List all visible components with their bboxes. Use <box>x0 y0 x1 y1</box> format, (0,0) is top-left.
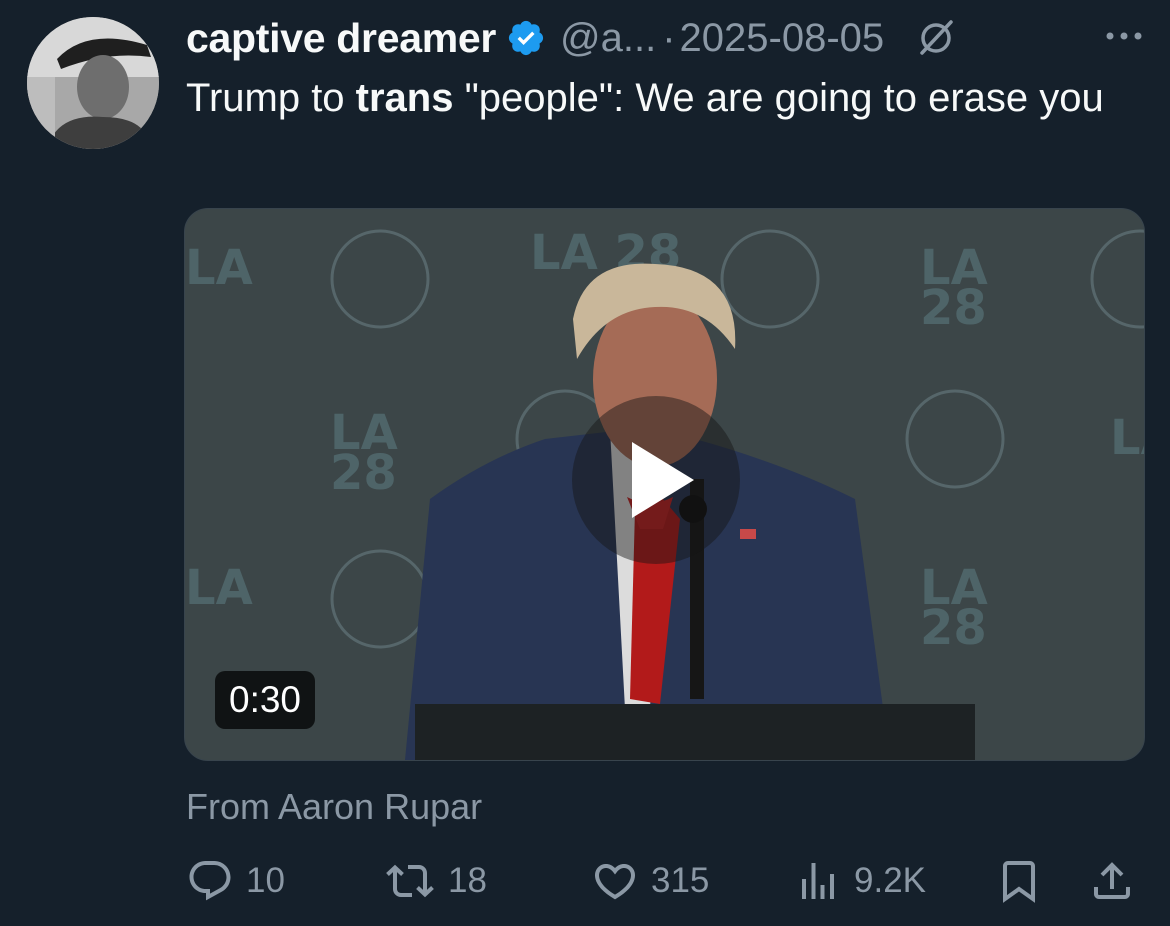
video-duration: 0:30 <box>215 671 316 729</box>
video-attribution[interactable]: From Aaron Rupar <box>186 786 482 828</box>
separator-dot: · <box>662 15 676 60</box>
grok-icon[interactable] <box>914 16 958 60</box>
tweet-text-bold: trans <box>355 76 454 120</box>
repost-button[interactable]: 18 <box>384 856 487 906</box>
tweet-text-start: Trump to <box>186 76 356 120</box>
views-chart-icon <box>802 863 834 899</box>
reply-button[interactable]: 10 <box>186 856 285 906</box>
tweet-date[interactable]: 2025-08-05 <box>680 16 885 61</box>
reply-icon <box>189 861 231 901</box>
bookmark-icon <box>1003 861 1035 903</box>
author-name[interactable]: captive dreamer <box>186 15 496 62</box>
avatar[interactable] <box>27 17 159 149</box>
tweet-text-end: "people": We are going to erase you <box>453 76 1104 120</box>
like-count: 315 <box>651 861 710 900</box>
play-icon <box>632 442 694 518</box>
play-button[interactable] <box>572 396 740 564</box>
author-handle[interactable]: @a... <box>560 16 656 61</box>
more-icon[interactable] <box>1102 26 1146 46</box>
verified-badge-icon <box>506 18 546 58</box>
tweet-header: captive dreamer @a... · 2025-08-05 <box>186 14 1146 62</box>
tweet-text: Trump to trans "people": We are going to… <box>186 70 1116 127</box>
share-icon <box>1094 862 1130 899</box>
bookmark-button[interactable] <box>995 856 1043 906</box>
reply-count: 10 <box>246 861 285 900</box>
share-button[interactable] <box>1088 856 1136 906</box>
views-count: 9.2K <box>854 861 926 900</box>
views-button[interactable]: 9.2K <box>794 856 926 906</box>
repost-count: 18 <box>448 861 487 900</box>
heart-icon <box>594 864 636 900</box>
repost-icon <box>386 864 434 898</box>
like-button[interactable]: 315 <box>591 856 709 906</box>
